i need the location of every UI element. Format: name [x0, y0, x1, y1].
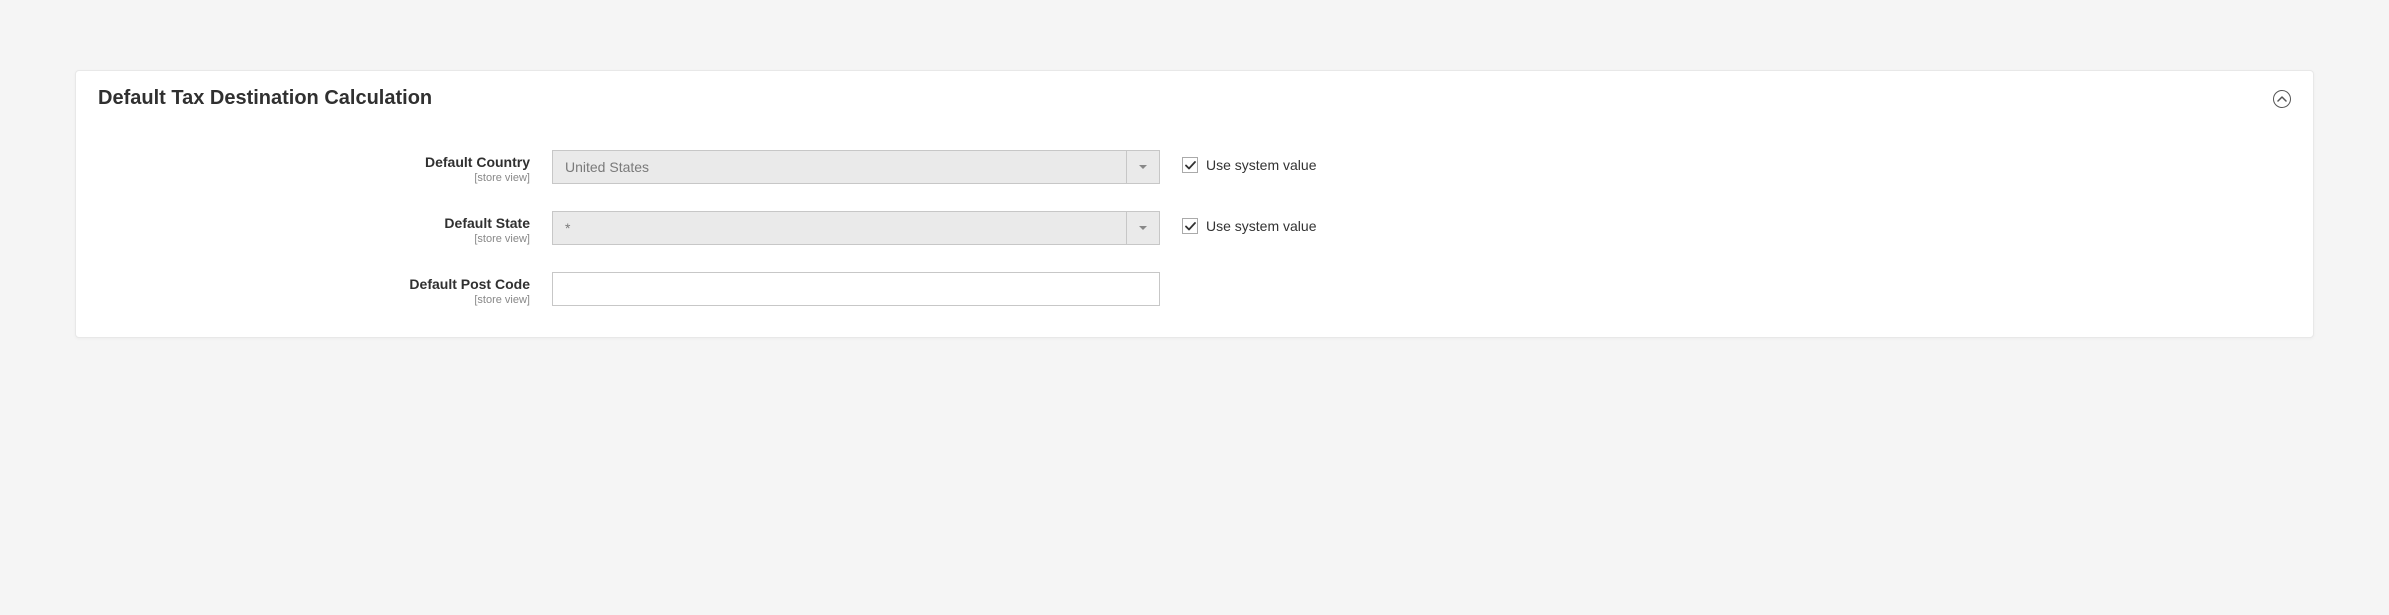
postcode-input[interactable] — [552, 272, 1160, 306]
chevron-down-icon — [1138, 223, 1148, 233]
field-extra-col: Use system value — [1160, 150, 1316, 173]
field-extra-col: Use system value — [1160, 211, 1316, 234]
use-system-checkbox-state[interactable] — [1182, 218, 1198, 234]
field-label-col: Default Country [store view] — [98, 150, 552, 185]
panel-header: Default Tax Destination Calculation — [76, 71, 2313, 120]
panel-body: Default Country [store view] United Stat… — [76, 120, 2313, 337]
field-label-col: Default Post Code [store view] — [98, 272, 552, 307]
checkmark-icon — [1185, 160, 1196, 171]
field-label-postcode: Default Post Code — [98, 276, 530, 293]
chevron-up-icon — [2277, 94, 2287, 104]
field-extra-col — [1160, 272, 1182, 279]
field-input-col: * — [552, 211, 1160, 245]
use-system-label-country[interactable]: Use system value — [1206, 157, 1316, 173]
country-select[interactable]: United States — [552, 150, 1160, 184]
field-row-state: Default State [store view] * — [98, 211, 2291, 246]
field-scope-postcode: [store view] — [98, 293, 530, 307]
country-select-dropdown-button[interactable] — [1126, 150, 1160, 184]
checkmark-icon — [1185, 221, 1196, 232]
country-select-value: United States — [552, 150, 1126, 184]
field-label-col: Default State [store view] — [98, 211, 552, 246]
use-system-label-state[interactable]: Use system value — [1206, 218, 1316, 234]
field-label-state: Default State — [98, 215, 530, 232]
field-row-postcode: Default Post Code [store view] — [98, 272, 2291, 307]
state-select-dropdown-button[interactable] — [1126, 211, 1160, 245]
field-input-col — [552, 272, 1160, 306]
state-select[interactable]: * — [552, 211, 1160, 245]
field-scope-state: [store view] — [98, 232, 530, 246]
chevron-down-icon — [1138, 162, 1148, 172]
field-scope-country: [store view] — [98, 171, 530, 185]
use-system-checkbox-country[interactable] — [1182, 157, 1198, 173]
tax-destination-panel: Default Tax Destination Calculation Defa… — [75, 70, 2314, 338]
field-row-country: Default Country [store view] United Stat… — [98, 150, 2291, 185]
field-label-country: Default Country — [98, 154, 530, 171]
panel-title: Default Tax Destination Calculation — [98, 87, 432, 110]
state-select-value: * — [552, 211, 1126, 245]
field-input-col: United States — [552, 150, 1160, 184]
collapse-toggle-icon[interactable] — [2273, 90, 2291, 108]
